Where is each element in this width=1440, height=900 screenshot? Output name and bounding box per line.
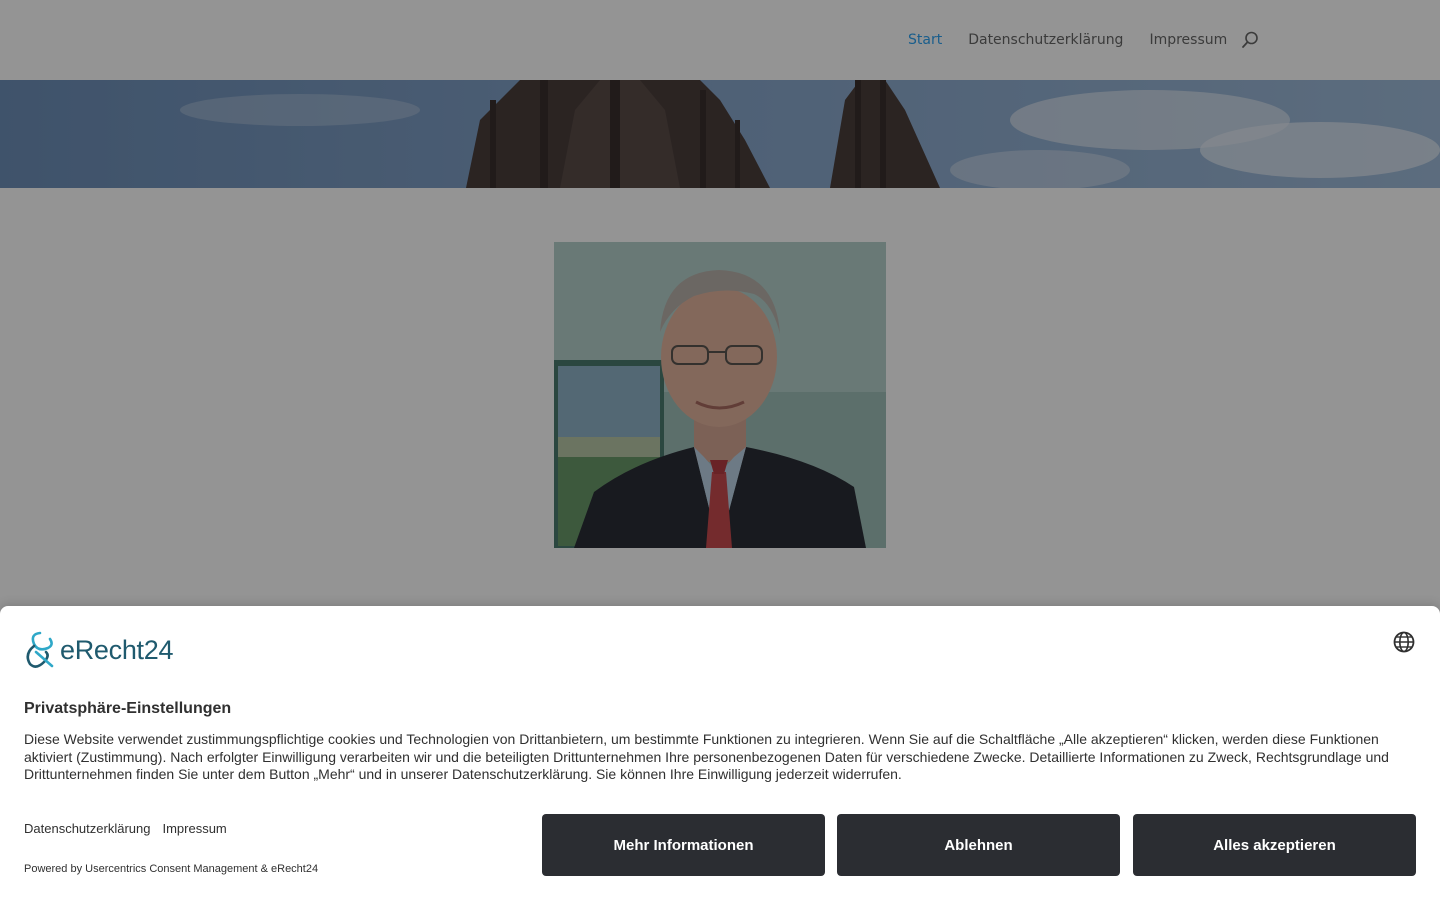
erecht24-logo-icon [26, 631, 54, 668]
consent-description: Diese Website verwendet zustimmungspflic… [24, 731, 1389, 783]
accept-all-button[interactable]: Alles akzeptieren [1133, 814, 1416, 876]
deny-button[interactable]: Ablehnen [837, 814, 1120, 876]
globe-icon[interactable] [1392, 630, 1416, 654]
consent-links: Datenschutzerklärung Impressum [24, 821, 239, 836]
powered-by-text: Powered by Usercentrics Consent Manageme… [24, 863, 319, 875]
logo-text: eRecht24 [60, 634, 174, 665]
more-information-button[interactable]: Mehr Informationen [542, 814, 825, 876]
erecht24-logo: eRecht24 [24, 630, 173, 670]
cookie-consent-banner: eRecht24 Privatsphäre-Einstellungen Dies… [0, 606, 1440, 900]
privacy-policy-link[interactable]: Datenschutzerklärung [24, 821, 150, 836]
page: Start Datenschutzerklärung Impressum eRe… [0, 0, 1440, 900]
imprint-link[interactable]: Impressum [162, 821, 226, 836]
consent-title: Privatsphäre-Einstellungen [24, 700, 232, 717]
